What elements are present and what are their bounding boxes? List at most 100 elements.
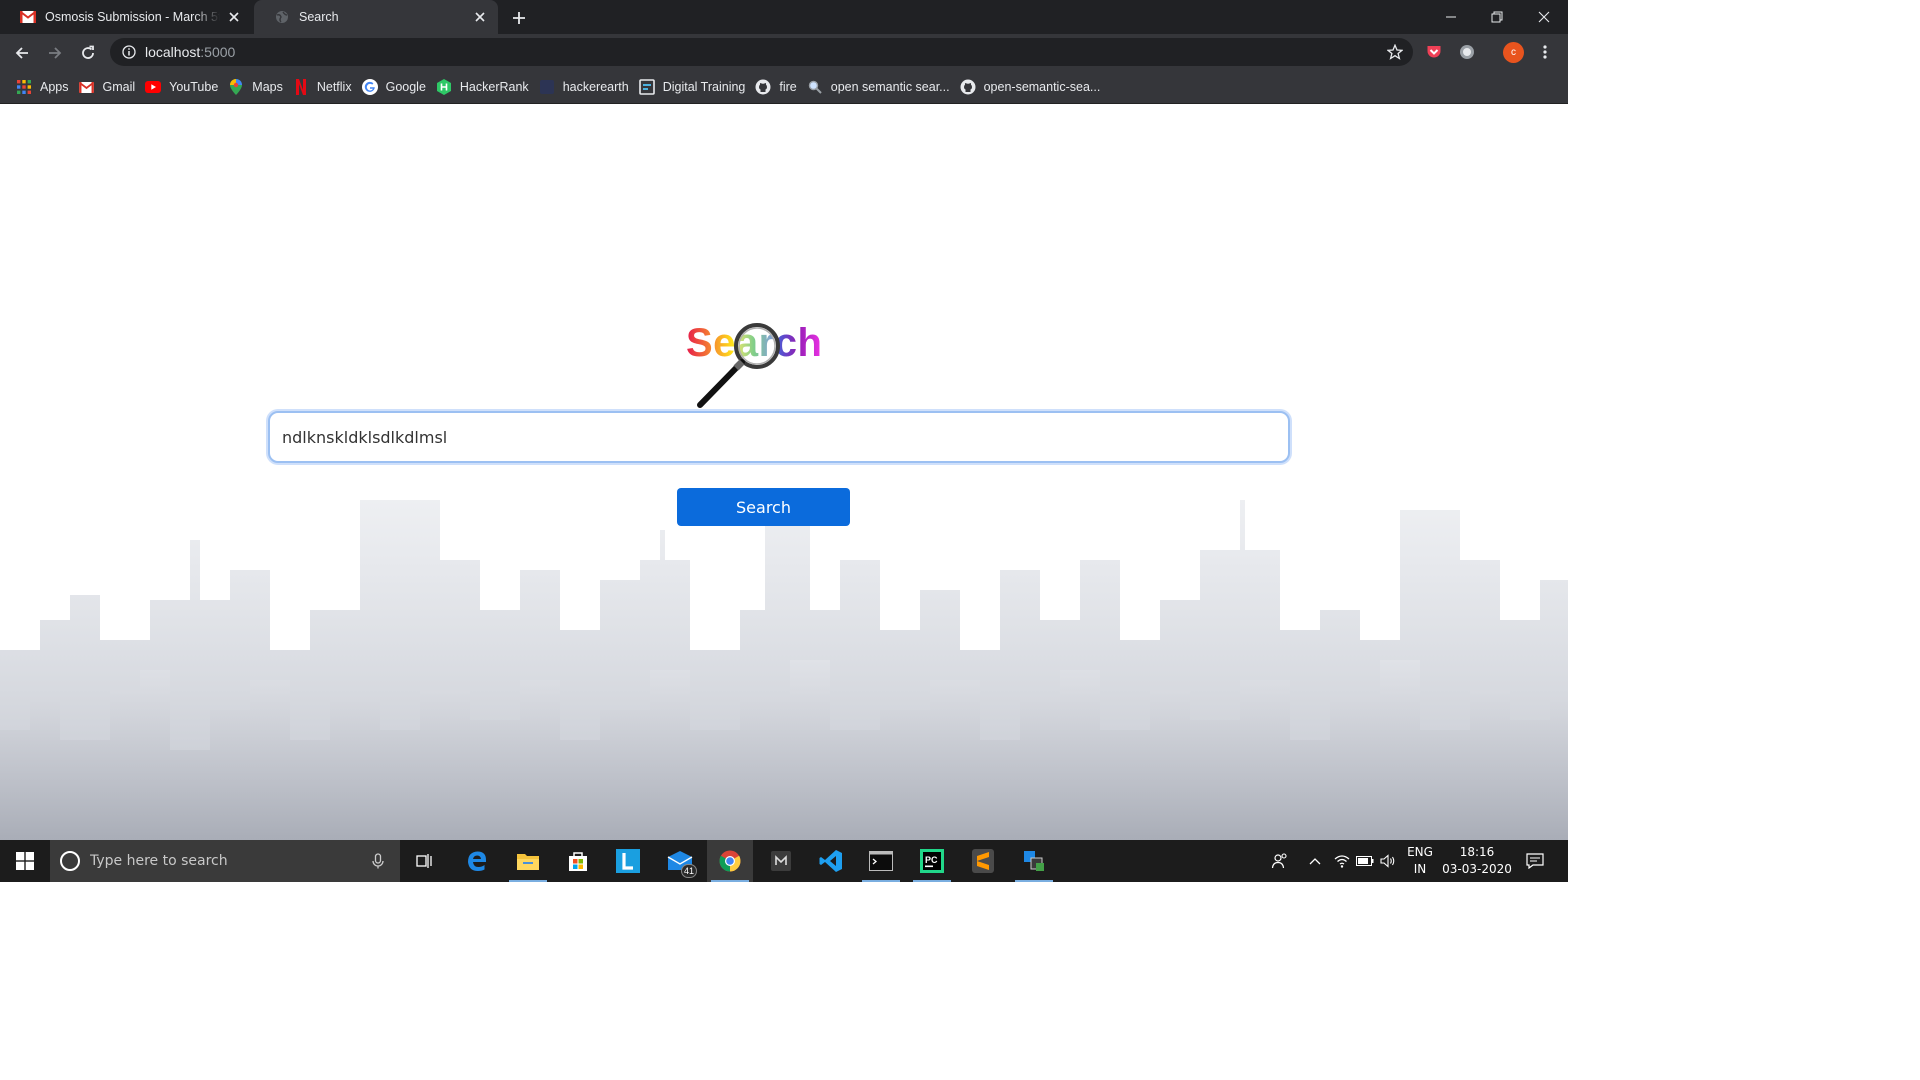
url-text: localhost:5000 xyxy=(145,44,235,60)
bookmark-label: Digital Training xyxy=(662,80,746,94)
profile-avatar[interactable]: c xyxy=(1503,42,1524,63)
tab-title: Search xyxy=(299,10,339,24)
terminal-icon xyxy=(869,851,893,871)
pocket-extension-icon[interactable] xyxy=(1424,42,1444,62)
info-icon[interactable] xyxy=(122,45,136,59)
gmail-icon xyxy=(79,79,95,95)
people-icon xyxy=(1271,853,1287,869)
bookmark-maps[interactable]: Maps xyxy=(226,74,291,100)
notifications-icon xyxy=(1526,853,1544,869)
bookmark-google[interactable]: Google xyxy=(360,74,434,100)
taskbar-app-network[interactable] xyxy=(1011,840,1057,882)
task-view-icon xyxy=(416,854,432,868)
taskbar-app-mail[interactable]: 41 xyxy=(657,840,703,882)
bookmark-youtube[interactable]: YouTube xyxy=(143,74,226,100)
wifi-icon xyxy=(1334,855,1350,868)
minimize-button[interactable] xyxy=(1428,0,1474,34)
clock[interactable]: 18:16 03-03-2020 xyxy=(1441,840,1513,882)
battery-icon xyxy=(1356,856,1374,866)
tab-search[interactable]: Search xyxy=(254,0,498,34)
bookmark-open-semantic-search-github[interactable]: open-semantic-sea... xyxy=(958,74,1109,100)
speaker-icon xyxy=(1380,854,1395,868)
bookmark-label: YouTube xyxy=(169,80,219,94)
bookmark-netflix[interactable]: Netflix xyxy=(291,74,360,100)
bookmark-open-semantic-search[interactable]: open semantic sear... xyxy=(805,74,958,100)
app-window-icon xyxy=(771,851,791,871)
bookmark-fire[interactable]: fire xyxy=(753,74,804,100)
taskbar-app-sublime[interactable] xyxy=(960,840,1006,882)
tab-strip: Osmosis Submission - March 5th Search xyxy=(0,0,1568,34)
search-input[interactable] xyxy=(268,411,1290,463)
action-center-button[interactable] xyxy=(1520,840,1550,882)
browser-toolbar: localhost:5000 c xyxy=(0,34,1568,71)
l-app-icon xyxy=(616,849,640,873)
bookmark-label: hackerearth xyxy=(562,80,629,94)
volume-control[interactable] xyxy=(1377,840,1399,882)
wifi-status[interactable] xyxy=(1331,840,1353,882)
bookmark-star-icon[interactable] xyxy=(1387,44,1403,60)
close-tab-icon[interactable] xyxy=(226,9,242,25)
new-tab-button[interactable] xyxy=(508,7,530,29)
github-icon xyxy=(960,79,976,95)
bookmark-label: Netflix xyxy=(316,80,352,94)
bookmark-label: Apps xyxy=(40,80,69,94)
bookmark-digital-training[interactable]: Digital Training xyxy=(637,74,754,100)
gmail-icon xyxy=(20,9,36,25)
bookmark-label: Maps xyxy=(252,80,283,94)
close-tab-icon[interactable] xyxy=(472,9,488,25)
hackerearth-icon xyxy=(539,79,555,95)
globe-icon xyxy=(274,9,290,25)
battery-status[interactable] xyxy=(1354,840,1376,882)
taskbar-app-l[interactable] xyxy=(605,840,651,882)
github-icon xyxy=(755,79,771,95)
tab-title: Osmosis Submission - March 5th xyxy=(45,10,220,24)
taskbar-app-dark[interactable] xyxy=(758,840,804,882)
bookmark-label: HackerRank xyxy=(459,80,529,94)
maps-pin-icon xyxy=(228,79,244,95)
restore-button[interactable] xyxy=(1474,0,1520,34)
record-extension-icon[interactable] xyxy=(1457,42,1477,62)
google-icon xyxy=(361,79,378,95)
bookmark-hackerrank[interactable]: HackerRank xyxy=(434,74,537,100)
bookmark-label: open-semantic-sea... xyxy=(983,80,1101,94)
show-hidden-icons-button[interactable] xyxy=(1304,840,1326,882)
task-view-button[interactable] xyxy=(402,840,448,882)
bookmark-apps[interactable]: Apps xyxy=(14,74,77,100)
taskbar-app-edge[interactable] xyxy=(454,840,500,882)
network-app-icon xyxy=(1024,851,1044,871)
taskbar-app-vscode[interactable] xyxy=(808,840,854,882)
chevron-up-icon xyxy=(1309,858,1321,865)
microphone-icon[interactable] xyxy=(370,853,386,869)
youtube-icon xyxy=(145,79,162,95)
taskbar-app-file-explorer[interactable] xyxy=(505,840,551,882)
vscode-icon xyxy=(819,850,842,872)
input-language-indicator[interactable]: ENG IN xyxy=(1402,840,1438,882)
magnifier-icon xyxy=(697,323,780,408)
magnifier-icon xyxy=(807,79,823,95)
start-button[interactable] xyxy=(0,840,50,882)
back-button[interactable] xyxy=(8,39,36,67)
address-bar[interactable]: localhost:5000 xyxy=(110,38,1413,66)
region-code: IN xyxy=(1413,862,1427,876)
menu-kebab-icon[interactable] xyxy=(1535,42,1555,62)
people-button[interactable] xyxy=(1266,840,1294,882)
taskbar-search-box[interactable] xyxy=(50,840,400,882)
taskbar-app-terminal[interactable] xyxy=(858,840,904,882)
search-button[interactable]: Search xyxy=(677,488,850,526)
bookmark-gmail[interactable]: Gmail xyxy=(77,74,144,100)
forward-button[interactable] xyxy=(41,39,69,67)
reload-button[interactable] xyxy=(74,39,102,67)
language-code: ENG xyxy=(1407,845,1433,859)
clock-date: 03-03-2020 xyxy=(1442,862,1512,876)
mail-unread-badge: 41 xyxy=(680,864,697,878)
bookmarks-bar: Apps Gmail YouTube Maps Netflix Google H… xyxy=(0,71,1568,104)
taskbar-app-store[interactable] xyxy=(555,840,601,882)
taskbar-app-pycharm[interactable]: PC xyxy=(909,840,955,882)
chrome-icon xyxy=(719,850,741,872)
tab-osmosis[interactable]: Osmosis Submission - March 5th xyxy=(0,0,252,34)
close-window-button[interactable] xyxy=(1521,0,1567,34)
bookmark-hackerearth[interactable]: hackerearth xyxy=(537,74,637,100)
taskbar-search-input[interactable] xyxy=(90,853,360,869)
bookmark-label: Gmail xyxy=(102,80,136,94)
taskbar-app-chrome[interactable] xyxy=(707,840,753,882)
